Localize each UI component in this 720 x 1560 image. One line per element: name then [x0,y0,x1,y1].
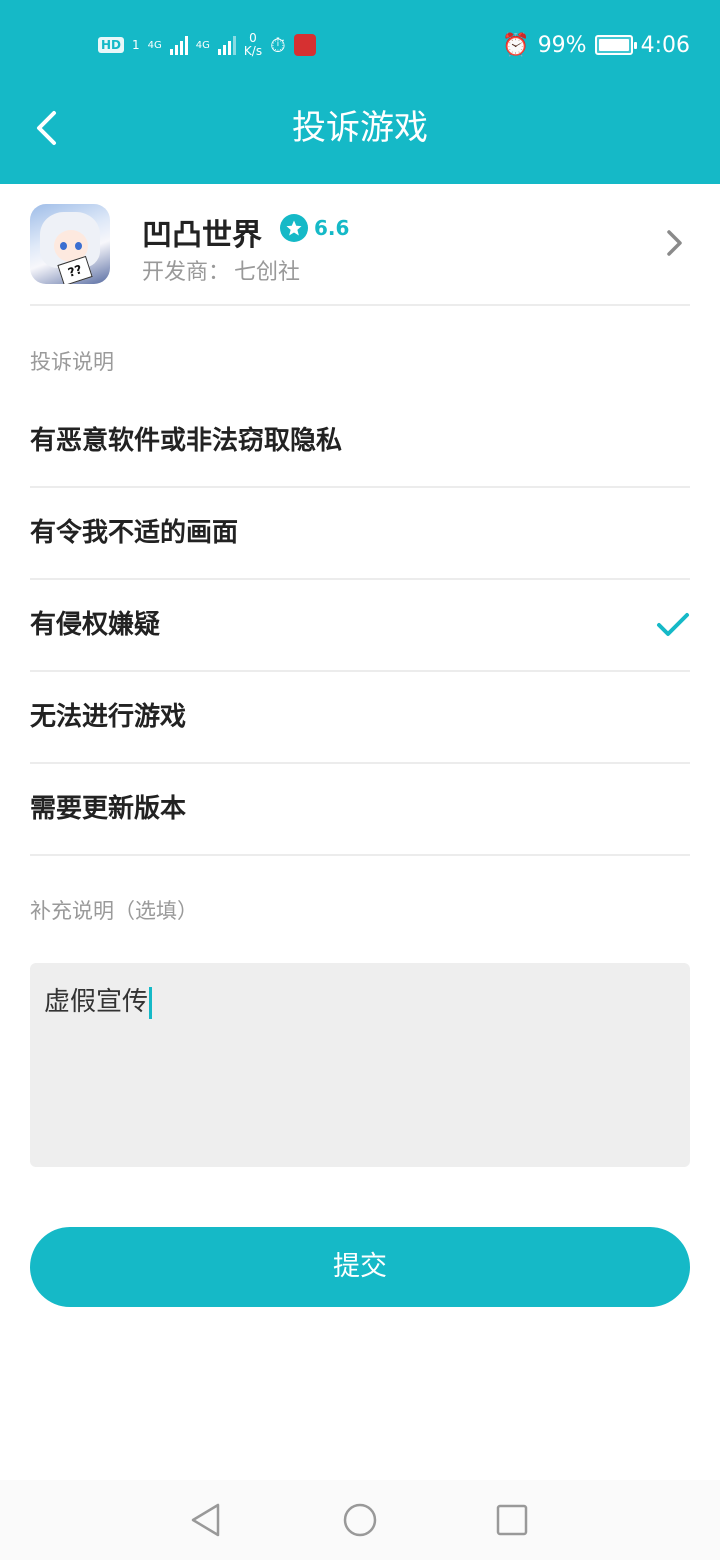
game-info-row[interactable]: ?? 凹凸世界 6.6 开发商： 七创社 [30,184,690,306]
developer-line: 开发商： 七创社 [142,254,300,286]
net2-label: 4G [195,39,210,51]
signal-icon [169,35,188,55]
hd-badge: HD [98,37,125,53]
battery-percent: 99% [537,32,587,58]
nav-recents-icon[interactable] [492,1500,532,1540]
complaint-option-infringement[interactable]: 有侵权嫌疑 [30,580,690,672]
notification-app-icon [293,34,316,56]
signal-icon-2 [217,35,236,55]
option-label: 需要更新版本 [30,794,187,824]
nav-home-icon[interactable] [340,1500,380,1540]
complaint-option-needs-update[interactable]: 需要更新版本 [30,764,690,856]
developer-label: 开发商： [142,260,231,285]
net-speed-unit: K/s [243,44,263,58]
net-speed-value: 0 [249,31,257,45]
status-bar: HD 1 4G 4G 0 K/s ⏱ ⏰ 99% 4:06 [0,0,720,88]
star-icon [280,214,308,242]
game-icon: ?? [30,204,110,284]
developer-name: 七创社 [234,260,301,285]
battery-icon [594,35,637,55]
timer-icon: ⏱ [270,33,286,57]
submit-button[interactable]: 提交 [30,1227,690,1307]
nav-back-icon[interactable] [186,1500,226,1540]
option-label: 有侵权嫌疑 [30,610,161,640]
option-label: 有恶意软件或非法窃取隐私 [30,426,343,456]
text-caret [149,986,153,1019]
supplement-text: 虚假宣传 [44,987,149,1017]
net-speed: 0 K/s [244,32,262,58]
net1-label: 4G [147,39,162,51]
status-right: ⏰ 99% 4:06 [502,28,690,62]
option-label: 有令我不适的画面 [30,518,239,548]
game-name: 凹凸世界 [142,218,262,253]
chevron-right-icon [667,230,682,256]
option-label: 无法进行游戏 [30,702,187,732]
complaint-option-malware[interactable]: 有恶意软件或非法窃取隐私 [30,396,690,488]
system-nav-bar [0,1480,720,1560]
complaint-option-cannot-play[interactable]: 无法进行游戏 [30,672,690,764]
complaint-section-label: 投诉说明 [30,350,114,374]
supplement-textarea[interactable]: 虚假宣传 [30,963,690,1167]
app-header: HD 1 4G 4G 0 K/s ⏱ ⏰ 99% 4:06 投诉游戏 [0,0,720,184]
complaint-option-discomfort[interactable]: 有令我不适的画面 [30,488,690,580]
page-title: 投诉游戏 [292,108,428,148]
checkmark-icon [657,613,689,636]
status-left: HD 1 4G 4G 0 K/s ⏱ [98,28,316,62]
clock: 4:06 [640,32,690,58]
sim-slot-label: 1 [132,38,140,52]
game-rating: 6.6 [280,214,349,242]
rating-value: 6.6 [314,216,350,240]
alarm-icon: ⏰ [502,32,530,58]
supplement-section-label: 补充说明（选填） [30,899,198,923]
